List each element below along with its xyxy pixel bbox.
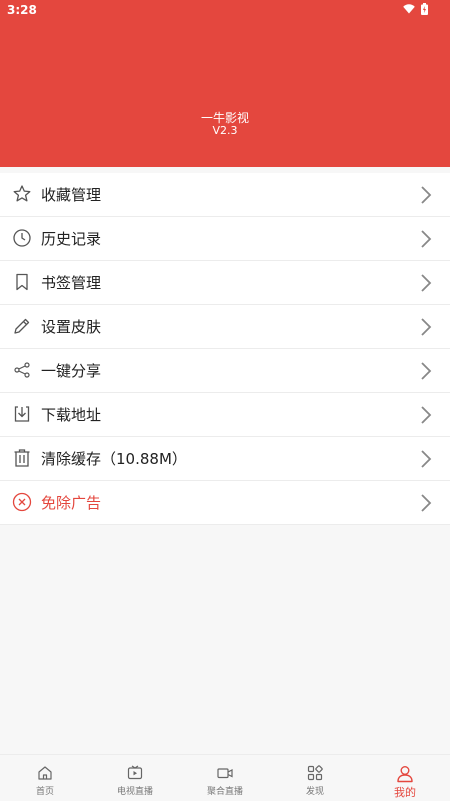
chevron-right-icon: [421, 230, 432, 248]
chevron-right-icon: [421, 406, 432, 424]
chevron-right-icon: [421, 318, 432, 336]
menu-item-label: 一键分享: [41, 362, 102, 380]
user-icon: [397, 766, 413, 783]
tab-label: 发现: [305, 787, 324, 797]
download-icon: [14, 406, 30, 422]
bottom-tab-bar: 首页 电视直播 聚合直播 发现 我的: [0, 754, 450, 801]
settings-menu: 收藏管理 历史记录 书签管理 设置皮肤 一键分享 下载地址 清除缓存（10.88…: [0, 173, 450, 525]
menu-item-clear-cache[interactable]: 清除缓存（10.88M）: [0, 437, 450, 481]
app-version: V2.3: [212, 124, 238, 137]
menu-item-label: 下载地址: [41, 406, 102, 424]
tab-aggregate-live[interactable]: 聚合直播: [180, 755, 270, 801]
menu-item-skin[interactable]: 设置皮肤: [0, 305, 450, 349]
chevron-right-icon: [421, 274, 432, 292]
bookmark-icon: [16, 273, 28, 291]
tab-mine[interactable]: 我的: [360, 755, 450, 801]
grid-icon: [307, 765, 323, 781]
tab-label: 聚合直播: [206, 787, 243, 797]
chevron-right-icon: [421, 186, 432, 204]
home-icon: [38, 766, 52, 780]
menu-item-label: 历史记录: [41, 230, 102, 248]
tab-label: 电视直播: [116, 787, 153, 797]
menu-item-share[interactable]: 一键分享: [0, 349, 450, 393]
status-icons: [403, 3, 428, 15]
tab-discover[interactable]: 发现: [270, 755, 360, 801]
trash-icon: [14, 449, 30, 467]
star-icon: [13, 185, 31, 202]
menu-item-download[interactable]: 下载地址: [0, 393, 450, 437]
battery-icon: [421, 3, 428, 15]
menu-item-remove-ads[interactable]: 免除广告: [0, 481, 450, 525]
menu-item-label: 书签管理: [41, 274, 102, 292]
menu-item-label: 设置皮肤: [41, 318, 102, 336]
menu-item-favorites[interactable]: 收藏管理: [0, 173, 450, 217]
tv-icon: [127, 765, 143, 780]
tab-label: 首页: [35, 787, 54, 797]
wifi-icon: [403, 4, 415, 14]
clock-icon: [13, 229, 31, 247]
tab-home[interactable]: 首页: [0, 755, 90, 801]
chevron-right-icon: [421, 362, 432, 380]
video-camera-icon: [217, 768, 233, 779]
tab-label: 我的: [394, 786, 416, 799]
share-icon: [14, 362, 30, 378]
menu-item-label: 清除缓存（10.88M）: [41, 450, 187, 468]
chevron-right-icon: [421, 494, 432, 512]
menu-item-label: 收藏管理: [41, 186, 102, 204]
close-circle-icon: [12, 492, 32, 512]
tab-tv-live[interactable]: 电视直播: [90, 755, 180, 801]
menu-item-label: 免除广告: [41, 494, 102, 512]
profile-header: 3:28 一牛影视 V2.3: [0, 0, 450, 167]
menu-item-history[interactable]: 历史记录: [0, 217, 450, 261]
status-time: 3:28: [7, 3, 37, 17]
pencil-icon: [14, 318, 30, 334]
chevron-right-icon: [421, 450, 432, 468]
menu-item-bookmarks[interactable]: 书签管理: [0, 261, 450, 305]
